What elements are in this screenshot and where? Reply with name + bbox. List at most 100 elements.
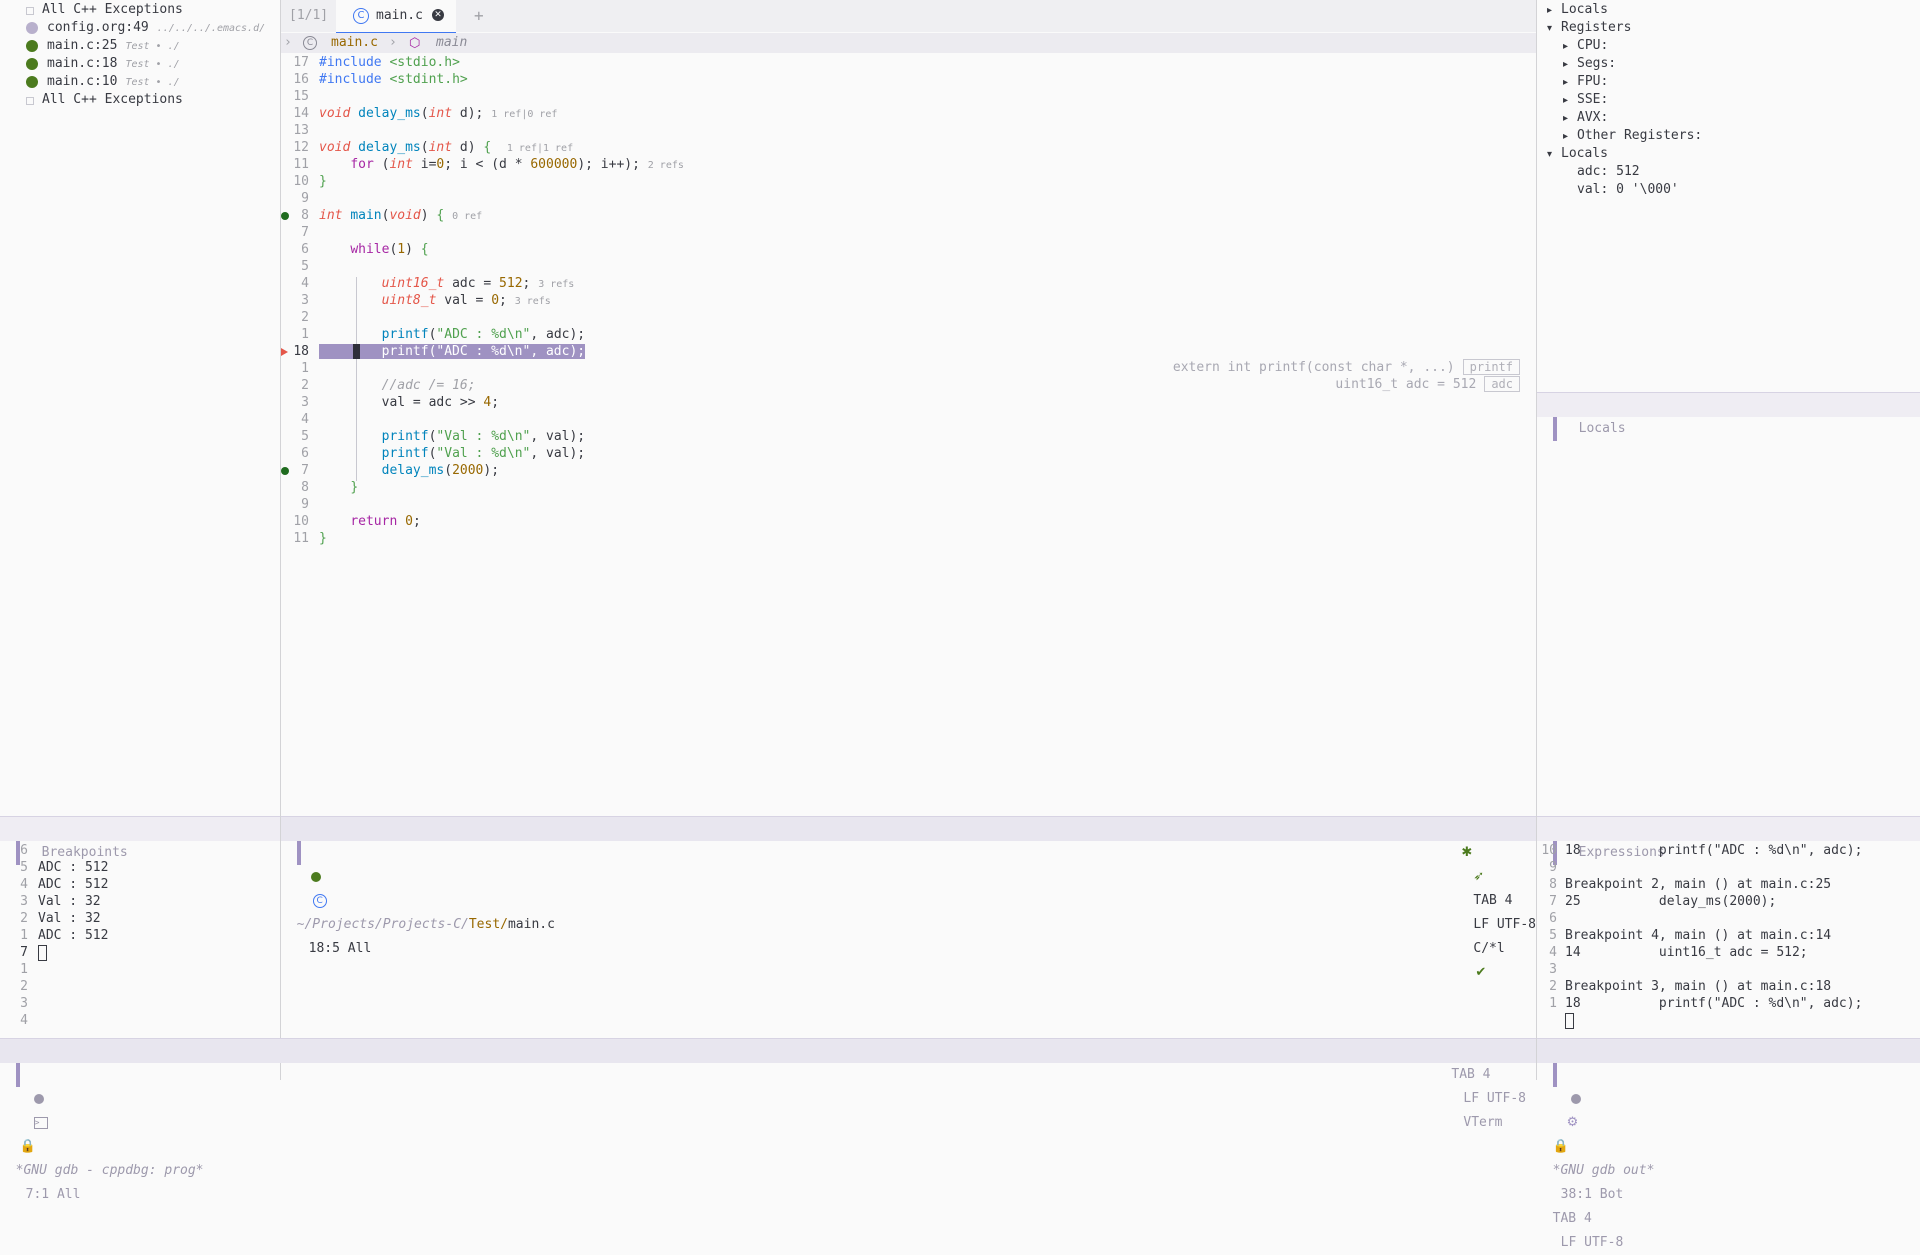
code-line[interactable]: 4 uint16_t adc = 512; 3 refs [281,275,1536,292]
line-number: 15 [293,89,309,104]
breakpoint-dot-icon[interactable] [26,22,38,34]
console-line-number: 3 [20,894,28,909]
line-number: 14 [293,106,309,121]
code-line[interactable]: 15 [281,88,1536,105]
breakpoint-item[interactable]: All C++ Exceptions [0,91,280,109]
tree-node[interactable]: adc: 512 [1547,163,1920,181]
tree-node[interactable]: ▸ Other Registers: [1547,127,1920,145]
collapsed-arrow-icon[interactable]: ▸ [1563,38,1577,56]
tree-node-label: val: 0 '\000' [1577,182,1679,197]
code-text: void delay_ms(int d); 1 ref|0 ref [319,106,558,121]
checkbox-icon[interactable] [26,7,34,15]
code-line[interactable]: 6 printf("Val : %d\n", val); [281,445,1536,462]
breakpoint-meta: ../../../.emacs.d/ [156,23,266,34]
breakpoint-gutter-icon[interactable] [281,212,289,220]
code-line[interactable]: 18 printf("ADC : %d\n", adc); [281,343,1536,360]
code-line[interactable]: 4 [281,411,1536,428]
expanded-arrow-icon[interactable]: ▾ [1547,146,1561,164]
code-line[interactable]: 17 #include <stdio.h> [281,54,1536,71]
code-line[interactable]: 9 [281,190,1536,207]
expanded-arrow-icon[interactable]: ▾ [1547,20,1561,38]
console-line: 4 ADC : 512 [0,876,1536,893]
code-line[interactable]: 8 int main(void) { 0 ref [281,207,1536,224]
code-line[interactable]: 1 printf("ADC : %d\n", adc); [281,326,1536,343]
tab-main-c[interactable]: C main.c ✕ [336,0,456,34]
code-line[interactable]: 14 void delay_ms(int d); 1 ref|0 ref [281,105,1536,122]
gdb-output-pane[interactable]: 10 18 printf("ADC : %d\n", adc); 9 8 Breakpo… [1537,841,1920,1039]
breakpoint-item[interactable]: main.c:18 Test • ./ [0,55,280,73]
tree-node[interactable]: ▸ CPU: [1547,37,1920,55]
tree-node[interactable]: ▸ Locals [1547,1,1920,19]
code-view[interactable]: 17 #include <stdio.h> 16 #include <stdint.h… [281,54,1536,547]
breakpoint-dot-icon[interactable] [26,40,38,52]
tree-node-label: adc: 512 [1577,164,1640,179]
console-line-number: 1 [20,962,28,977]
breakpoint-label: main.c:18 [47,56,118,71]
console-major-mode[interactable]: VTerm [1463,1115,1502,1130]
code-text: return 0; [350,514,421,529]
console-text: ADC : 512 [38,860,109,875]
line-number: 3 [301,293,309,308]
close-tab-icon[interactable]: ✕ [432,9,444,21]
collapsed-arrow-icon[interactable]: ▸ [1563,56,1577,74]
gdb-out-modeline: ⚙ 🔒 *GNU gdb out* 38:1 Bot TAB 4 LF UTF-… [1537,1038,1920,1250]
code-line[interactable]: 12 void delay_ms(int d) { 1 ref|1 ref [281,139,1536,156]
tree-node[interactable]: val: 0 '\000' [1547,181,1920,199]
checkbox-icon[interactable] [26,97,34,105]
gdb-console[interactable]: 6 5 ADC : 512 4 ADC : 512 3 Val : 32 2 Val : 32 1… [0,841,1536,1029]
code-line[interactable]: 3 val = adc >> 4; [281,394,1536,411]
collapsed-arrow-icon[interactable]: ▸ [1563,128,1577,146]
code-line[interactable]: 13 [281,122,1536,139]
tree-node-label: FPU: [1577,74,1609,89]
code-line[interactable]: 11 for (int i=0; i < (d * 600000); i++);… [281,156,1536,173]
breakpoint-meta: Test • ./ [125,59,180,70]
lock-icon: 🔒 [19,1139,36,1154]
tree-node[interactable]: ▾ Registers [1547,19,1920,37]
code-line[interactable]: 11} [281,530,1536,547]
breadcrumb-file[interactable]: main.c [331,33,378,53]
console-encoding[interactable]: LF UTF-8 [1463,1091,1526,1106]
code-line[interactable]: 5 printf("Val : %d\n", val); [281,428,1536,445]
code-text: } [319,531,327,546]
breakpoint-gutter-icon[interactable] [281,467,289,475]
gdb-console-pane[interactable]: 6 5 ADC : 512 4 ADC : 512 3 Val : 32 2 Val : 32 1… [0,841,1536,1039]
code-line[interactable]: 8 } [281,479,1536,496]
new-tab-button[interactable]: + [474,6,484,25]
tree-node[interactable]: ▾ Locals [1547,145,1920,163]
code-line[interactable]: 5 [281,258,1536,275]
line-number: 5 [301,259,309,274]
code-line[interactable]: 7 delay_ms(2000); [281,462,1536,479]
breakpoint-dot-icon[interactable] [26,76,38,88]
code-line[interactable]: 10 return 0; [281,513,1536,530]
breakpoint-item[interactable]: All C++ Exceptions [0,1,280,19]
current-line-arrow-icon[interactable] [281,348,288,356]
code-line[interactable]: 16 #include <stdint.h> [281,71,1536,88]
console-line: 1 [0,961,1536,978]
lock-icon: 🔒 [1552,1139,1569,1154]
tree-node[interactable]: ▸ FPU: [1547,73,1920,91]
code-line[interactable]: 10} [281,173,1536,190]
tree-node[interactable]: ▸ SSE: [1547,91,1920,109]
leaf-spacer [1563,164,1577,182]
collapsed-arrow-icon[interactable]: ▸ [1563,92,1577,110]
tree-node[interactable]: ▸ AVX: [1547,109,1920,127]
gdb-output-text: 14 uint16_t adc = 512; [1565,945,1808,960]
code-line[interactable]: 7 [281,224,1536,241]
tree-node[interactable]: ▸ Segs: [1547,55,1920,73]
breakpoint-label: All C++ Exceptions [42,2,183,17]
code-line[interactable]: 3 uint8_t val = 0; 3 refs [281,292,1536,309]
breakpoint-item[interactable]: main.c:25 Test • ./ [0,37,280,55]
collapsed-arrow-icon[interactable]: ▸ [1563,74,1577,92]
collapsed-arrow-icon[interactable]: ▸ [1563,110,1577,128]
code-text: #include <stdio.h> [319,55,460,70]
breadcrumb-symbol[interactable]: main [436,33,467,53]
code-line[interactable]: 9 [281,496,1536,513]
code-line[interactable]: 2 [281,309,1536,326]
gdb-output[interactable]: 10 18 printf("ADC : %d\n", adc); 9 8 Breakpo… [1537,841,1920,1029]
breakpoint-dot-icon[interactable] [26,58,38,70]
gdb-output-text: 25 delay_ms(2000); [1565,894,1777,909]
breakpoint-item[interactable]: config.org:49 ../../../.emacs.d/ [0,19,280,37]
code-line[interactable]: 6 while(1) { [281,241,1536,258]
breakpoint-item[interactable]: main.c:10 Test • ./ [0,73,280,91]
collapsed-arrow-icon[interactable]: ▸ [1547,2,1561,20]
